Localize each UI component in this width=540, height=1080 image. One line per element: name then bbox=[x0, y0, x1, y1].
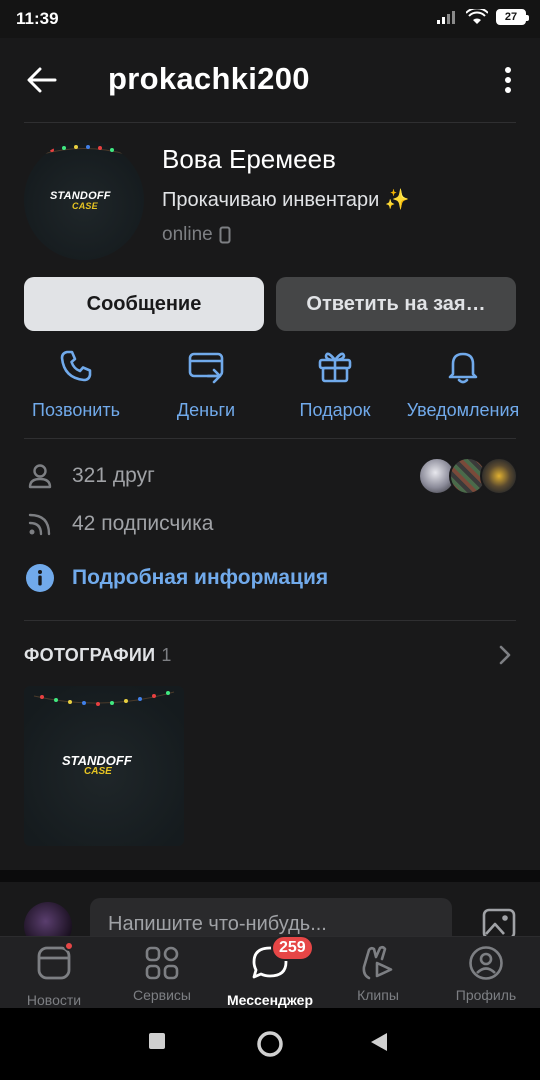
friend-avatar bbox=[480, 457, 518, 495]
photos-count: 1 bbox=[161, 645, 172, 665]
phone-device-icon bbox=[219, 226, 231, 244]
action-call[interactable]: Позвонить bbox=[22, 346, 130, 426]
tab-news[interactable]: Новости bbox=[0, 941, 108, 1008]
followers-count: 42 подписчика bbox=[72, 512, 214, 535]
more-button[interactable] bbox=[498, 62, 518, 98]
friend-avatars[interactable] bbox=[418, 457, 518, 495]
action-gift[interactable]: Подарок bbox=[281, 346, 389, 426]
action-money[interactable]: Деньги bbox=[152, 346, 260, 426]
action-label: Позвонить bbox=[32, 400, 120, 420]
profile-screen: prokachki200 STANDOFF CASE Вова Еремеев … bbox=[0, 38, 540, 1008]
page-title: prokachki200 bbox=[108, 61, 310, 96]
more-vertical-icon bbox=[505, 67, 511, 93]
unread-badge: 259 bbox=[271, 935, 314, 961]
tab-profile[interactable]: Профиль bbox=[432, 945, 540, 1003]
message-button[interactable]: Сообщение bbox=[24, 277, 264, 331]
info-icon bbox=[24, 562, 56, 594]
back-button[interactable] bbox=[22, 62, 62, 98]
action-notifications[interactable]: Уведомления bbox=[400, 346, 526, 426]
system-nav-bar bbox=[0, 1008, 540, 1080]
status-bar: 11:39 27 bbox=[0, 0, 540, 38]
tab-services[interactable]: Сервисы bbox=[108, 945, 216, 1003]
clips-icon bbox=[362, 945, 393, 980]
phone-icon bbox=[60, 350, 92, 382]
photo-thumbnail[interactable]: STANDOFF CASE bbox=[24, 686, 184, 846]
profile-name: Вова Еремеев bbox=[162, 144, 336, 174]
circle-icon bbox=[257, 1031, 283, 1057]
details-row[interactable]: Подробная информация bbox=[24, 562, 328, 594]
back-nav-button[interactable] bbox=[370, 1032, 388, 1052]
arrow-left-icon bbox=[27, 67, 57, 93]
action-label: Деньги bbox=[176, 400, 236, 420]
wifi-icon bbox=[466, 9, 488, 24]
followers-row[interactable]: 42 подписчика bbox=[24, 508, 213, 540]
recents-button[interactable] bbox=[148, 1032, 166, 1050]
garland-lights bbox=[38, 145, 130, 156]
photo-logo: STANDOFF CASE bbox=[62, 753, 132, 777]
action-label: Подарок bbox=[299, 400, 371, 420]
action-label: Уведомления bbox=[406, 400, 520, 420]
profile-status: Прокачиваю инвентари ✨ bbox=[162, 189, 410, 211]
tab-clips[interactable]: Клипы bbox=[324, 945, 432, 1003]
friends-count: 321 друг bbox=[72, 464, 155, 487]
signal-icon bbox=[437, 11, 455, 24]
divider bbox=[24, 122, 516, 123]
triangle-back-icon bbox=[371, 1033, 387, 1051]
avatar-logo: STANDOFF CASE bbox=[50, 190, 111, 211]
services-icon bbox=[145, 946, 179, 980]
details-link[interactable]: Подробная информация bbox=[72, 566, 328, 590]
notification-dot bbox=[64, 941, 74, 951]
friends-row[interactable]: 321 друг bbox=[24, 460, 155, 492]
user-icon bbox=[24, 460, 56, 492]
home-button[interactable] bbox=[256, 1030, 284, 1058]
divider bbox=[24, 438, 516, 439]
divider bbox=[24, 620, 516, 621]
tab-messenger[interactable]: 259 Мессенджер bbox=[216, 935, 324, 1008]
status-icons: 27 bbox=[436, 9, 529, 25]
bell-icon bbox=[448, 352, 478, 384]
chevron-right-icon[interactable] bbox=[498, 644, 512, 666]
photos-section-title[interactable]: ФОТОГРАФИИ 1 bbox=[24, 645, 172, 666]
gift-icon bbox=[318, 352, 352, 383]
online-status: online bbox=[162, 224, 231, 246]
profile-icon bbox=[469, 946, 503, 980]
avatar[interactable]: STANDOFF CASE bbox=[24, 140, 144, 260]
post-composer: Напишите что-нибудь... bbox=[0, 882, 540, 950]
square-icon bbox=[149, 1033, 165, 1049]
section-separator bbox=[0, 870, 540, 882]
header: prokachki200 bbox=[0, 38, 540, 122]
reply-request-button[interactable]: Ответить на зая… bbox=[276, 277, 516, 331]
rss-icon bbox=[24, 508, 56, 540]
garland-lights bbox=[33, 691, 175, 706]
bottom-tab-bar: Новости Сервисы 259 Мессенджер Клипы Про… bbox=[0, 935, 540, 1008]
status-time: 11:39 bbox=[16, 9, 59, 28]
battery-icon: 27 bbox=[496, 9, 529, 25]
money-icon bbox=[188, 352, 224, 384]
